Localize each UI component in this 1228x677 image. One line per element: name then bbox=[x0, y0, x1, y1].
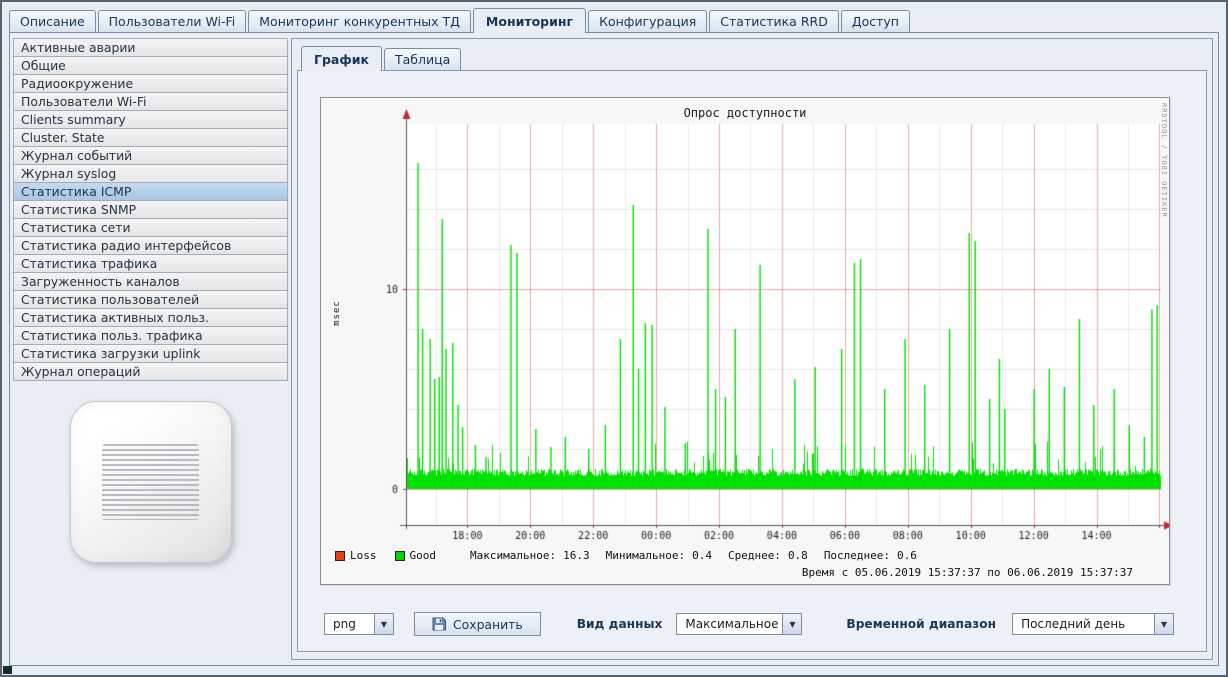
tab-table[interactable]: Таблица bbox=[384, 48, 461, 70]
format-select[interactable]: png ▼ bbox=[324, 613, 394, 635]
time-range-select[interactable]: Последний день ▼ bbox=[1012, 613, 1174, 635]
chart-y-axis-label: msec bbox=[332, 283, 342, 343]
sidebar-item-event-log[interactable]: Журнал событий bbox=[13, 146, 288, 165]
sidebar-item-operations-log[interactable]: Журнал операций bbox=[13, 362, 288, 381]
data-view-select-value: Максимальное bbox=[677, 614, 782, 634]
stat-last: Последнее:0.6 bbox=[824, 549, 917, 562]
chart-legend: Loss Good Максимальное:16.3 Минимальное:… bbox=[335, 549, 917, 562]
stat-min: Минимальное:0.4 bbox=[606, 549, 712, 562]
time-range-label: Временной диапазон bbox=[846, 617, 996, 631]
sidebar-item-user-statistics[interactable]: Статистика пользователей bbox=[13, 290, 288, 309]
tab-monitoring[interactable]: Мониторинг bbox=[473, 8, 586, 33]
save-button[interactable]: Сохранить bbox=[414, 612, 541, 636]
device-vent-grille bbox=[102, 444, 199, 520]
save-icon bbox=[432, 617, 446, 631]
sidebar-item-snmp-statistics[interactable]: Статистика SNMP bbox=[13, 200, 288, 219]
sidebar-item-radio-interface-statistics[interactable]: Статистика радио интерфейсов bbox=[13, 236, 288, 255]
access-point-photo bbox=[70, 401, 232, 563]
sidebar-item-active-users-statistics[interactable]: Статистика активных польз. bbox=[13, 308, 288, 327]
time-range-select-value: Последний день bbox=[1013, 614, 1154, 634]
time-range-arrow-icon[interactable]: ▼ bbox=[1154, 614, 1173, 634]
chart-time-range: Время с 05.06.2019 15:37:37 по 06.06.201… bbox=[802, 566, 1133, 579]
sidebar-item-clients-summary[interactable]: Clients summary bbox=[13, 110, 288, 129]
sidebar-item-user-traffic-statistics[interactable]: Статистика польз. трафика bbox=[13, 326, 288, 345]
sidebar-item-general[interactable]: Общие bbox=[13, 56, 288, 75]
sidebar-item-radio-environment[interactable]: Радиоокружение bbox=[13, 74, 288, 93]
tab-configuration[interactable]: Конфигурация bbox=[588, 10, 707, 32]
loss-legend-label: Loss bbox=[350, 549, 377, 562]
data-view-arrow-icon[interactable]: ▼ bbox=[782, 614, 801, 634]
window-corner-artifact bbox=[3, 666, 12, 674]
save-button-label: Сохранить bbox=[453, 617, 523, 632]
chart-title: Опрос доступности bbox=[321, 106, 1169, 120]
format-select-value: png bbox=[325, 614, 374, 634]
chart-controls: png ▼ Сохранить bbox=[324, 611, 1196, 637]
sidebar-item-uplink-load-statistics[interactable]: Статистика загрузки uplink bbox=[13, 344, 288, 363]
tab-wifi-users[interactable]: Пользователи Wi-Fi bbox=[98, 10, 247, 32]
availability-chart: Опрос доступности RRDTOOL / TOBI OETIKER… bbox=[320, 97, 1170, 585]
content-panel: Активные аварии Общие Радиоокружение Пол… bbox=[9, 32, 1219, 666]
graph-tab-content: Опрос доступности RRDTOOL / TOBI OETIKER… bbox=[297, 70, 1207, 652]
view-tabbar: График Таблица bbox=[301, 47, 461, 71]
chart-plot-canvas bbox=[321, 98, 1169, 544]
good-legend-swatch bbox=[395, 551, 405, 561]
data-view-label: Вид данных bbox=[577, 617, 663, 631]
rrdtool-watermark: RRDTOOL / TOBI OETIKER bbox=[1160, 103, 1168, 218]
good-legend-label: Good bbox=[410, 549, 437, 562]
app-window: Описание Пользователи Wi-Fi Мониторинг к… bbox=[0, 0, 1228, 677]
tab-description[interactable]: Описание bbox=[9, 10, 96, 32]
main-tabbar: Описание Пользователи Wi-Fi Мониторинг к… bbox=[9, 7, 1219, 33]
sidebar-item-icmp-statistics[interactable]: Статистика ICMP bbox=[13, 182, 288, 201]
tab-graph[interactable]: График bbox=[301, 46, 382, 71]
sidebar-item-active-alarms[interactable]: Активные аварии bbox=[13, 38, 288, 57]
tab-competing-ap-monitoring[interactable]: Мониторинг конкурентных ТД bbox=[248, 10, 471, 32]
sidebar-item-traffic-statistics[interactable]: Статистика трафика bbox=[13, 254, 288, 273]
loss-legend-swatch bbox=[335, 551, 345, 561]
sidebar-item-channel-load[interactable]: Загруженность каналов bbox=[13, 272, 288, 291]
sidebar-item-syslog[interactable]: Журнал syslog bbox=[13, 164, 288, 183]
sidebar-item-wifi-users[interactable]: Пользователи Wi-Fi bbox=[13, 92, 288, 111]
tab-access[interactable]: Доступ bbox=[841, 10, 910, 32]
data-view-select[interactable]: Максимальное ▼ bbox=[676, 613, 802, 635]
stat-max: Максимальное:16.3 bbox=[470, 549, 590, 562]
monitoring-panel: График Таблица Опрос доступности RRDTOOL… bbox=[291, 38, 1213, 660]
sidebar-item-network-statistics[interactable]: Статистика сети bbox=[13, 218, 288, 237]
tab-rrd-statistics[interactable]: Статистика RRD bbox=[709, 10, 839, 32]
stat-avg: Среднее:0.8 bbox=[728, 549, 808, 562]
format-arrow-icon[interactable]: ▼ bbox=[374, 614, 393, 634]
sidebar: Активные аварии Общие Радиоокружение Пол… bbox=[13, 38, 288, 660]
sidebar-item-cluster-state[interactable]: Cluster. State bbox=[13, 128, 288, 147]
